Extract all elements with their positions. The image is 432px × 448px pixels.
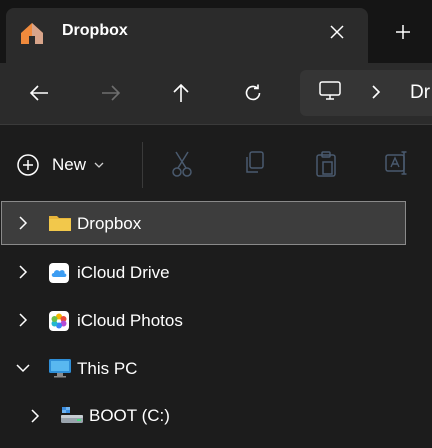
this-pc-icon: [48, 358, 72, 378]
home-icon: [18, 20, 46, 46]
new-label: New: [52, 155, 87, 174]
paste-icon[interactable]: [314, 150, 338, 178]
tree-item-label: This PC: [77, 359, 138, 378]
tree-item-label: iCloud Photos: [77, 311, 183, 330]
cut-icon[interactable]: [170, 150, 194, 178]
plus-circle-icon: [16, 153, 40, 177]
rename-icon[interactable]: [385, 150, 411, 176]
tree-item-label: iCloud Drive: [77, 263, 170, 282]
address-breadcrumb[interactable]: Dr: [410, 82, 430, 104]
chevron-right-icon[interactable]: [16, 265, 30, 279]
icloud-drive-icon: [48, 262, 70, 284]
chevron-right-icon[interactable]: [28, 409, 42, 423]
close-icon[interactable]: [320, 17, 354, 47]
drive-icon: [60, 405, 84, 425]
new-button[interactable]: New: [16, 148, 104, 182]
chevron-down-icon[interactable]: [16, 361, 30, 375]
refresh-icon[interactable]: [236, 79, 270, 107]
tree-item-label: BOOT (C:): [89, 406, 170, 425]
divider: [142, 142, 143, 188]
arrow-left-icon[interactable]: [22, 80, 56, 106]
icloud-photos-icon: [48, 310, 70, 332]
chevron-right-icon[interactable]: [370, 84, 382, 100]
folder-icon: [48, 214, 72, 232]
plus-icon[interactable]: [386, 17, 420, 47]
arrow-up-icon[interactable]: [164, 79, 198, 107]
chevron-down-icon: [94, 161, 104, 169]
chevron-right-icon[interactable]: [16, 216, 30, 230]
tab-title: Dropbox: [62, 22, 128, 39]
monitor-icon: [318, 80, 342, 102]
arrow-right-icon: [94, 80, 128, 106]
copy-icon[interactable]: [242, 150, 266, 176]
tree-item-label: Dropbox: [77, 214, 142, 233]
tab-dropbox[interactable]: [6, 8, 368, 63]
chevron-right-icon[interactable]: [16, 313, 30, 327]
